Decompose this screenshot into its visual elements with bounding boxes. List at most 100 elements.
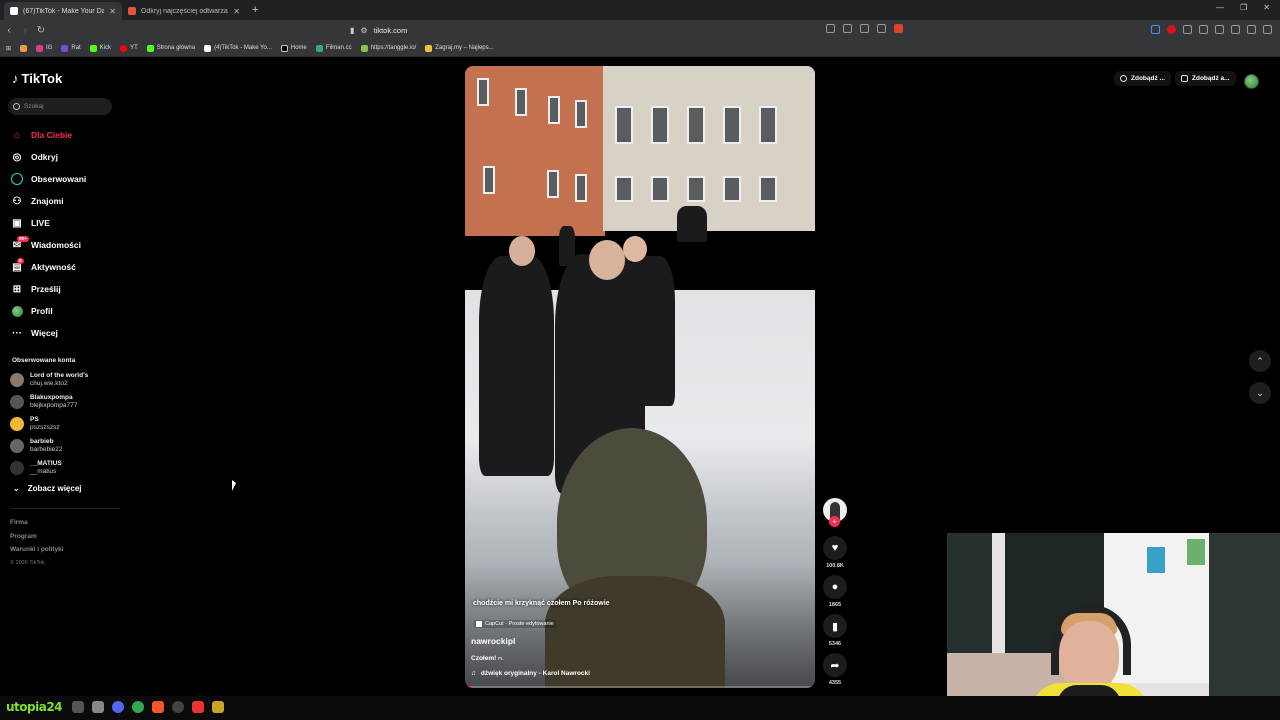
avatar xyxy=(10,417,24,431)
search-input[interactable] xyxy=(24,103,104,110)
close-tab-icon[interactable]: ✕ xyxy=(233,7,240,16)
share-icon[interactable] xyxy=(877,24,886,33)
bookmark-icon[interactable]: ▮ xyxy=(350,26,354,35)
bookmark-item[interactable]: (4)TikTok - Make Yo... xyxy=(204,44,272,52)
bookmark-item[interactable]: Filman.cc xyxy=(315,44,352,52)
bookmark-item[interactable] xyxy=(20,44,28,52)
brave-shield-icon[interactable] xyxy=(894,24,903,33)
app-icon[interactable] xyxy=(192,701,204,713)
footer-link-terms[interactable]: Warunki i polityki xyxy=(10,543,64,557)
site-info-icon[interactable]: ⚙ xyxy=(360,26,367,35)
app-icon[interactable] xyxy=(212,701,224,713)
wallet-icon[interactable] xyxy=(1247,25,1256,34)
sidebar-item-label: Profil xyxy=(31,306,53,316)
sidebar-item-obserwowani[interactable]: Obserwowani xyxy=(11,168,121,190)
sidebar-menu: ⌂ Dla Ciebie ◎ Odkryj Obserwowani ⚇ Znaj… xyxy=(11,124,121,344)
apps-icon[interactable]: ⊞ xyxy=(6,45,11,52)
notification-badge: 99+ xyxy=(17,236,29,242)
followed-account[interactable]: Lord of the world's chuj.wie.kto2 xyxy=(10,369,120,391)
sidebar-item-dla-ciebie[interactable]: ⌂ Dla Ciebie xyxy=(11,124,121,146)
tab-tiktok[interactable]: (67)TikTok - Make Your Day ✕ xyxy=(4,2,122,20)
sidebar-item-aktywnosc[interactable]: ▤ 5 Aktywność xyxy=(11,256,121,278)
chevron-down-icon: ⌄ xyxy=(13,484,20,493)
record-icon[interactable] xyxy=(1167,25,1176,34)
followed-account[interactable]: __MATIUS __matius xyxy=(10,457,120,479)
bookmark-item[interactable]: Zagraj.my – Najleps... xyxy=(425,44,494,52)
sidebar-item-przeslij[interactable]: ⊞ Prześlij xyxy=(11,278,121,300)
video-author[interactable]: nawrockipl xyxy=(471,636,515,646)
footer-link-program[interactable]: Program xyxy=(10,530,64,544)
bookmark-item[interactable]: IG xyxy=(36,44,52,52)
extension-icon[interactable] xyxy=(1151,25,1160,34)
sidebar-item-znajomi[interactable]: ⚇ Znajomi xyxy=(11,190,121,212)
search-box[interactable] xyxy=(8,98,112,115)
forward-icon[interactable]: › xyxy=(18,25,32,36)
heart-icon: ♥ xyxy=(823,536,847,560)
bookmarks-bar: ⊞ IG Rat Kick YT Strona główna (4)TikTok… xyxy=(0,40,1280,57)
capcut-tag[interactable]: CapCut · Proste edytowanie xyxy=(474,620,556,628)
reload-icon[interactable]: ↻ xyxy=(34,25,48,36)
footer-link-firma[interactable]: Firma xyxy=(10,516,64,530)
music-icon[interactable] xyxy=(1231,25,1240,34)
follow-plus-button[interactable]: + xyxy=(829,516,840,527)
video-player[interactable]: chodźcie mi krzyknąć czołem Po różowie C… xyxy=(465,66,815,688)
previous-video-button[interactable]: ⌃ xyxy=(1249,350,1271,372)
home-icon: ⌂ xyxy=(13,129,21,141)
menu-icon[interactable] xyxy=(1263,25,1272,34)
cast-icon[interactable] xyxy=(843,24,852,33)
followed-account[interactable]: barbieb barbebie22 xyxy=(10,435,120,457)
sidebar-item-odkryj[interactable]: ◎ Odkryj xyxy=(11,146,121,168)
save-button[interactable]: ▮ 5346 xyxy=(823,614,847,647)
video-sound[interactable]: ♫ dźwięk oryginalny - Karol Nawrocki xyxy=(471,670,590,677)
share-button[interactable]: ➦ 4355 xyxy=(823,653,847,686)
sidebar-item-wiecej[interactable]: ··· Więcej xyxy=(11,322,121,344)
brave-icon[interactable] xyxy=(152,701,164,713)
restore-icon[interactable]: ❐ xyxy=(1240,3,1247,12)
new-tab-icon[interactable]: + xyxy=(252,4,258,16)
share-arrow-icon: ➦ xyxy=(823,653,847,677)
close-window-icon[interactable]: ✕ xyxy=(1263,3,1270,12)
extension-icon[interactable] xyxy=(1183,25,1192,34)
shield-off-icon[interactable] xyxy=(826,24,835,33)
next-video-button[interactable]: ⌄ xyxy=(1249,382,1271,404)
bookmark-item[interactable]: Strona główna xyxy=(146,44,195,52)
bookmark-item[interactable]: Home xyxy=(280,44,307,52)
bookmark-item[interactable]: Rat xyxy=(61,44,81,52)
sidebar-item-profil[interactable]: Profil xyxy=(11,300,121,322)
sidebar-icon[interactable] xyxy=(1215,25,1224,34)
followed-account[interactable]: PS pszszszsz xyxy=(10,413,120,435)
following-ring-icon xyxy=(11,173,23,185)
tab-music[interactable]: Odkryj najczęściej odtwarzane utwo ✕ xyxy=(122,2,246,20)
chrome-icon[interactable] xyxy=(132,701,144,713)
translate-icon[interactable] xyxy=(860,24,869,33)
tiktok-logo[interactable]: ♪ TikTok xyxy=(12,71,62,86)
close-tab-icon[interactable]: ✕ xyxy=(109,7,116,16)
discord-icon[interactable] xyxy=(112,701,124,713)
app-icon[interactable] xyxy=(172,701,184,713)
sidebar-item-live[interactable]: ▣ LIVE xyxy=(11,212,121,234)
bookmark-item[interactable]: https://tanggle.io/ xyxy=(360,44,416,52)
music-favicon-icon xyxy=(128,7,136,15)
get-app-button[interactable]: Zdobądź a... xyxy=(1175,71,1236,86)
app-icon[interactable] xyxy=(92,701,104,713)
get-coins-button[interactable]: Zdobądź ... xyxy=(1114,71,1171,86)
bookmark-item[interactable]: YT xyxy=(120,44,138,52)
sidebar-item-label: Znajomi xyxy=(31,196,64,206)
phone-icon xyxy=(1181,75,1188,82)
followed-account[interactable]: Blakuxpompa blejkxpompa777 xyxy=(10,391,120,413)
app-icon[interactable] xyxy=(72,701,84,713)
video-progress-bar[interactable] xyxy=(465,686,815,688)
minimize-icon[interactable]: — xyxy=(1216,3,1224,12)
back-icon[interactable]: ‹ xyxy=(2,25,16,36)
bookmark-item[interactable]: Kick xyxy=(89,44,111,52)
see-more-button[interactable]: ⌄ Zobacz więcej xyxy=(13,484,82,493)
notification-badge: 5 xyxy=(17,258,24,264)
user-avatar[interactable] xyxy=(1244,74,1259,89)
sidebar-item-wiadomosci[interactable]: ✉ 99+ Wiadomości xyxy=(11,234,121,256)
sidebar-item-label: Dla Ciebie xyxy=(31,130,73,140)
avatar xyxy=(10,373,24,387)
comment-button[interactable]: ● 1865 xyxy=(823,575,847,608)
puzzle-icon[interactable] xyxy=(1199,25,1208,34)
like-button[interactable]: ♥ 100.8K xyxy=(823,536,847,569)
video-scene xyxy=(465,66,605,236)
